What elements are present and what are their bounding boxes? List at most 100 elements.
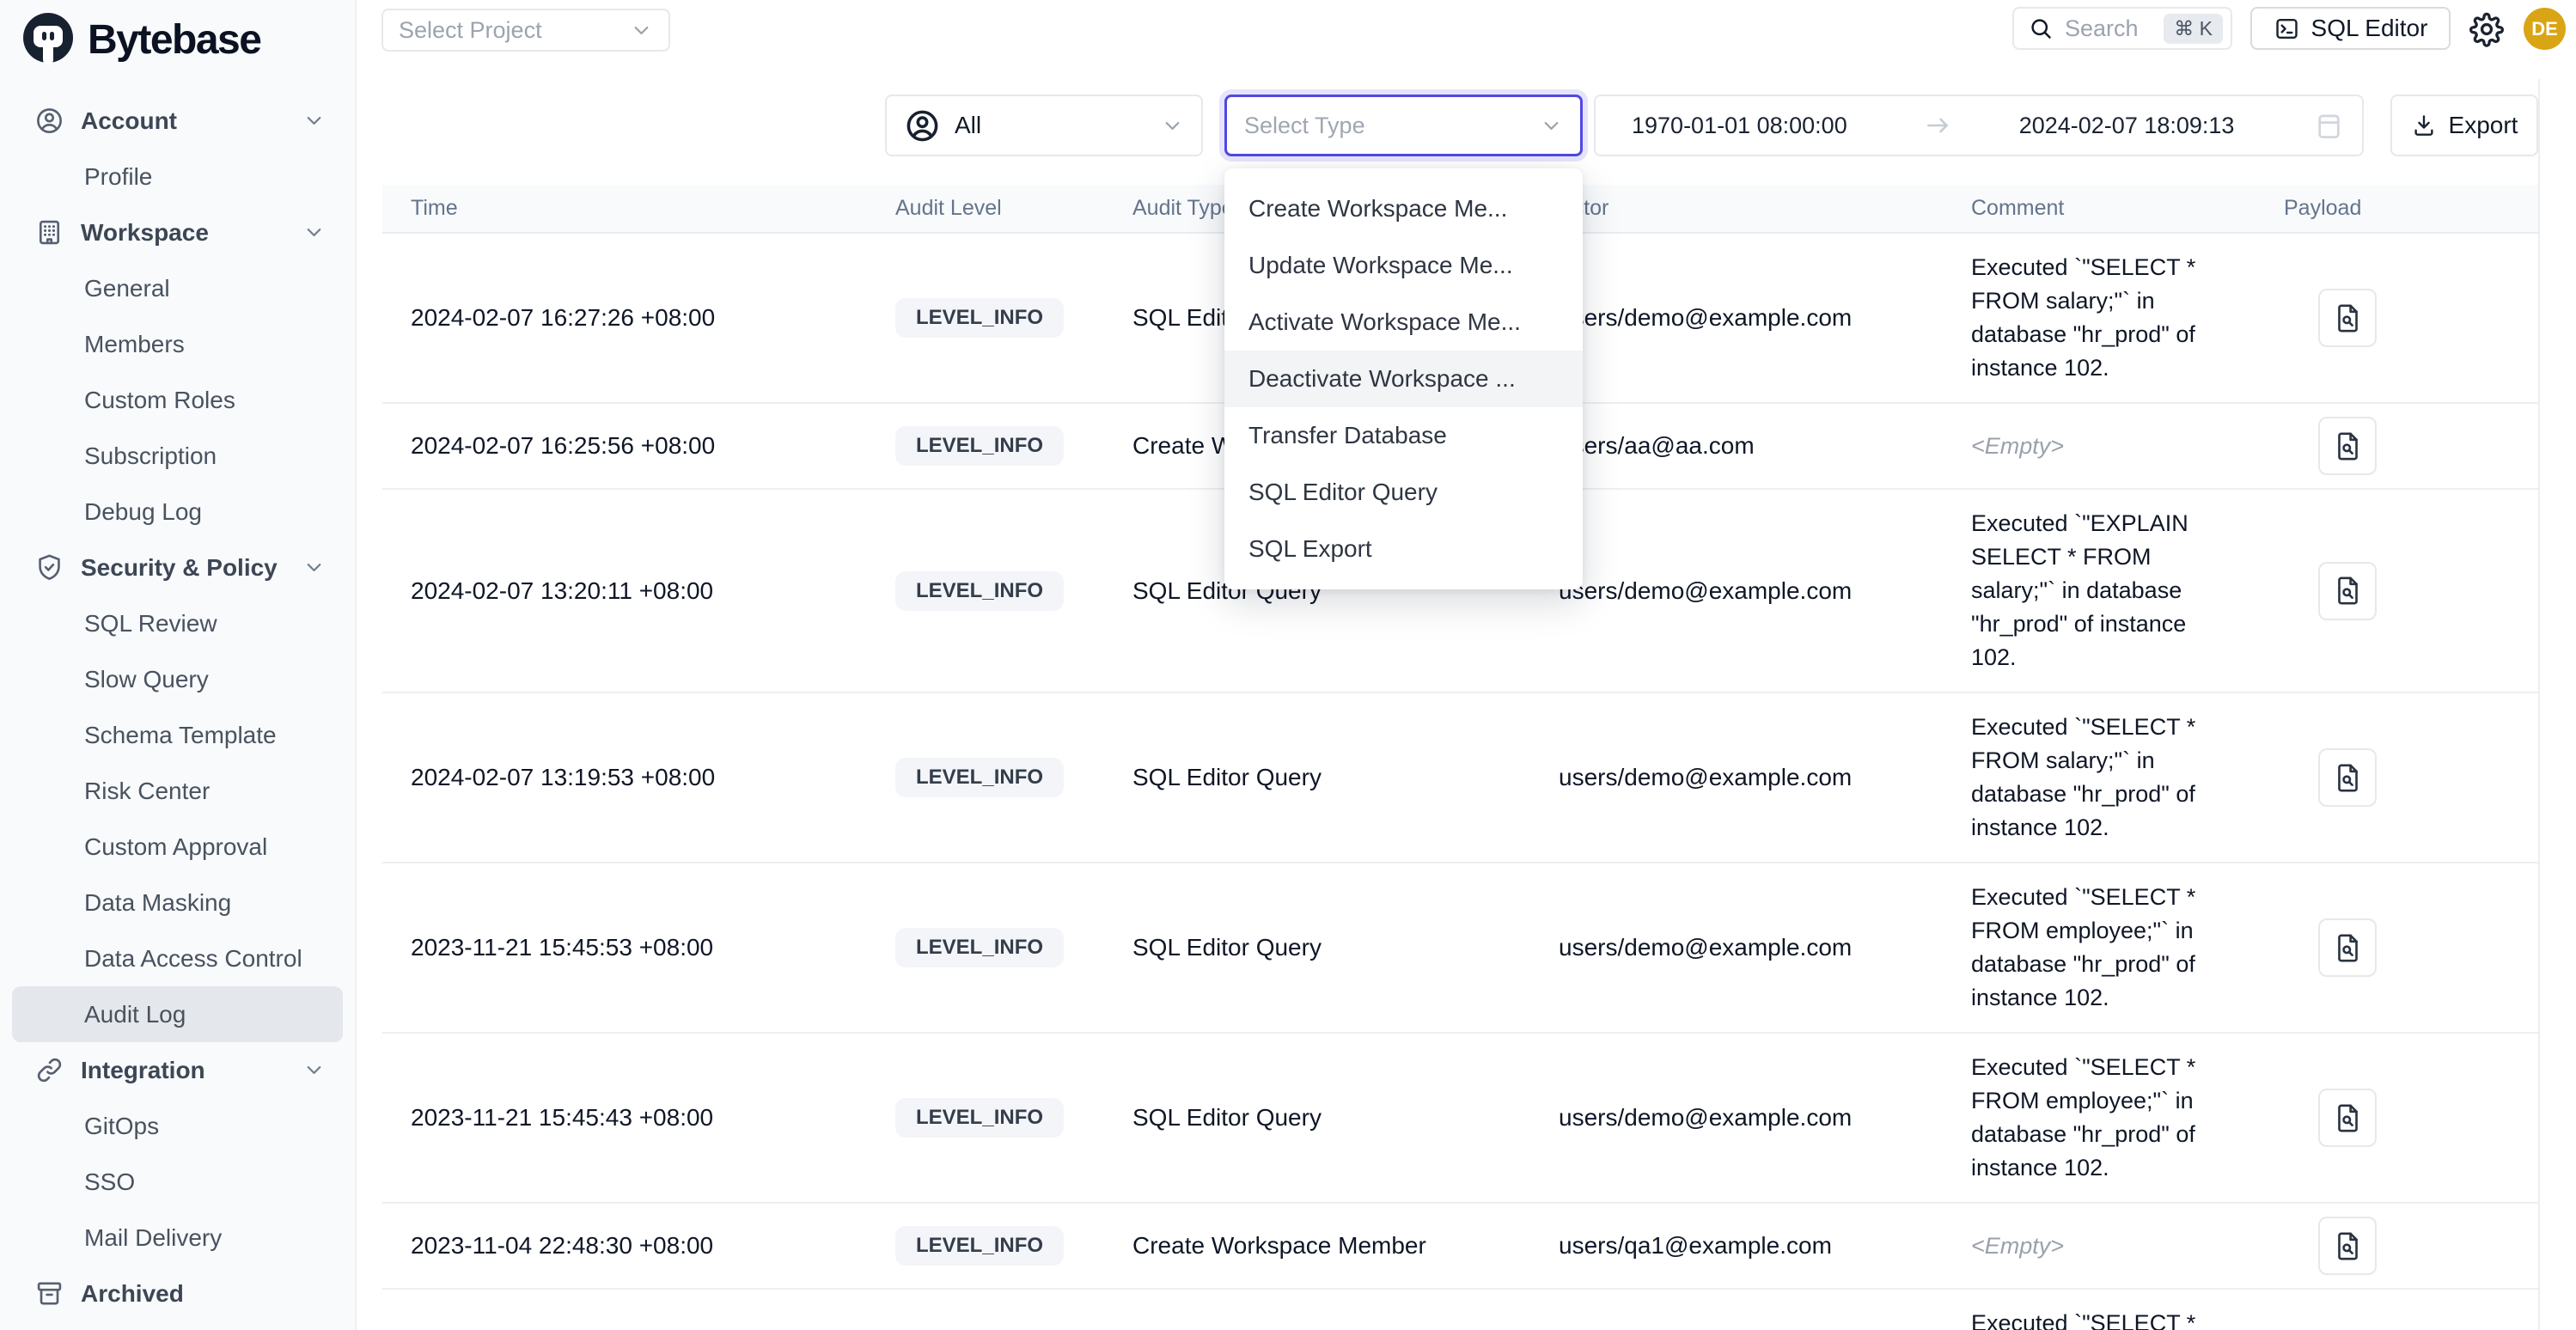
sidebar-item-label: Schema Template bbox=[84, 722, 277, 749]
file-search-icon bbox=[2332, 932, 2364, 964]
type-filter-select[interactable]: Select Type bbox=[1224, 95, 1583, 156]
sidebar-item-label: Archived bbox=[81, 1280, 184, 1308]
sidebar-item-debug-log[interactable]: Debug Log bbox=[12, 484, 343, 540]
sidebar-item-label: Integration bbox=[81, 1057, 205, 1084]
cell-actor: users/aa@aa.com bbox=[1559, 432, 1971, 460]
sql-editor-button[interactable]: SQL Editor bbox=[2250, 7, 2451, 50]
sidebar-item-data-masking[interactable]: Data Masking bbox=[12, 875, 343, 930]
chevron-down-icon bbox=[302, 1059, 326, 1082]
cell-audit-type: SQL Editor Query bbox=[1132, 1104, 1559, 1132]
cell-audit-level: LEVEL_INFO bbox=[895, 571, 1132, 611]
cell-time: 2023-11-21 15:45:53 +08:00 bbox=[382, 934, 895, 961]
cell-payload bbox=[2284, 417, 2539, 475]
file-search-icon bbox=[2332, 1230, 2364, 1262]
file-search-icon bbox=[2332, 575, 2364, 607]
cell-audit-type: Create Workspace Member bbox=[1132, 1232, 1559, 1260]
avatar[interactable]: DE bbox=[2524, 8, 2566, 50]
cell-time: 2024-02-07 16:25:56 +08:00 bbox=[382, 432, 895, 460]
sidebar-item-mail-delivery[interactable]: Mail Delivery bbox=[12, 1210, 343, 1266]
sidebar-item-schema-template[interactable]: Schema Template bbox=[12, 707, 343, 763]
sidebar-item-workspace[interactable]: Workspace bbox=[12, 204, 343, 260]
payload-view-button[interactable] bbox=[2318, 748, 2377, 807]
cell-comment: Executed `"EXPLAIN SELECT * FROM salary;… bbox=[1971, 490, 2255, 692]
sidebar-item-label: Data Access Control bbox=[84, 945, 302, 973]
sidebar-item-archived[interactable]: Archived bbox=[12, 1266, 343, 1321]
sidebar-item-subscription[interactable]: Subscription bbox=[12, 428, 343, 484]
table-row: 2024-02-07 13:19:53 +08:00LEVEL_INFOSQL … bbox=[382, 693, 2539, 863]
cell-payload bbox=[2284, 918, 2539, 977]
payload-view-button[interactable] bbox=[2318, 562, 2377, 620]
type-option-update-workspace-me[interactable]: Update Workspace Me... bbox=[1224, 237, 1583, 294]
search-input[interactable]: Search ⌘ K bbox=[2012, 7, 2232, 50]
level-badge: LEVEL_INFO bbox=[895, 758, 1064, 797]
level-badge: LEVEL_INFO bbox=[895, 298, 1064, 338]
date-to-value[interactable]: 2024-02-07 18:09:13 bbox=[2019, 113, 2235, 139]
type-option-deactivate-workspace[interactable]: Deactivate Workspace ... bbox=[1224, 351, 1583, 407]
sidebar-item-label: Mail Delivery bbox=[84, 1224, 222, 1252]
cell-time: 2024-02-07 13:19:53 +08:00 bbox=[382, 764, 895, 791]
type-option-transfer-database[interactable]: Transfer Database bbox=[1224, 407, 1583, 464]
archive-icon bbox=[34, 1278, 64, 1309]
sidebar-item-risk-center[interactable]: Risk Center bbox=[12, 763, 343, 819]
cell-comment: Executed `"SELECT * FROM employee;"` in … bbox=[1971, 863, 2255, 1032]
sidebar: Bytebase AccountProfileWorkspaceGeneralM… bbox=[0, 0, 357, 1330]
sidebar-item-custom-approval[interactable]: Custom Approval bbox=[12, 819, 343, 875]
file-search-icon bbox=[2332, 430, 2364, 462]
type-option-create-workspace-me[interactable]: Create Workspace Me... bbox=[1224, 180, 1583, 237]
sidebar-item-profile[interactable]: Profile bbox=[12, 149, 343, 204]
link-icon bbox=[34, 1055, 64, 1085]
cell-comment: Executed `"SELECT * FROM salary;"` in da… bbox=[1971, 693, 2255, 862]
sidebar-item-label: Risk Center bbox=[84, 778, 210, 805]
brand-logo[interactable]: Bytebase bbox=[21, 11, 260, 68]
type-option-activate-workspace-me[interactable]: Activate Workspace Me... bbox=[1224, 294, 1583, 351]
table-row: 2023-11-04 22:48:30 +08:00LEVEL_INFO Crea… bbox=[382, 1204, 2539, 1290]
calendar-icon[interactable] bbox=[2313, 110, 2345, 142]
sidebar-item-general[interactable]: General bbox=[12, 260, 343, 316]
sidebar-item-label: Audit Log bbox=[84, 1001, 186, 1028]
date-from-value[interactable]: 1970-01-01 08:00:00 bbox=[1632, 113, 1847, 139]
sidebar-item-custom-roles[interactable]: Custom Roles bbox=[12, 372, 343, 428]
sidebar-item-data-access-control[interactable]: Data Access Control bbox=[12, 930, 343, 986]
cell-payload bbox=[2284, 562, 2539, 620]
export-label: Export bbox=[2449, 112, 2518, 139]
sidebar-item-sql-review[interactable]: SQL Review bbox=[12, 595, 343, 651]
sidebar-item-gitops[interactable]: GitOps bbox=[12, 1098, 343, 1154]
main-content: Select Project Search ⌘ K SQL Editor DE bbox=[357, 0, 2576, 1330]
payload-view-button[interactable] bbox=[2318, 1217, 2377, 1275]
cell-payload bbox=[2284, 1217, 2539, 1275]
sidebar-item-security-policy[interactable]: Security & Policy bbox=[12, 540, 343, 595]
settings-gear-icon[interactable] bbox=[2469, 11, 2505, 47]
cell-audit-level: LEVEL_INFO bbox=[895, 1098, 1132, 1138]
payload-view-button[interactable] bbox=[2318, 417, 2377, 475]
sidebar-item-label: GitOps bbox=[84, 1113, 159, 1140]
project-select[interactable]: Select Project bbox=[382, 9, 670, 52]
actor-filter-select[interactable]: All bbox=[885, 95, 1203, 156]
date-range-picker[interactable]: 1970-01-01 08:00:00 2024-02-07 18:09:13 bbox=[1594, 95, 2364, 156]
terminal-icon bbox=[2274, 15, 2300, 42]
user-circle-icon bbox=[34, 106, 64, 136]
audit-log-page: Bytebase AccountProfileWorkspaceGeneralM… bbox=[0, 0, 2576, 1330]
payload-view-button[interactable] bbox=[2318, 1089, 2377, 1147]
cell-payload bbox=[2284, 1089, 2539, 1147]
sidebar-item-sso[interactable]: SSO bbox=[12, 1154, 343, 1210]
cell-time: 2023-11-04 22:48:30 +08:00 bbox=[382, 1232, 895, 1260]
payload-view-button[interactable] bbox=[2318, 918, 2377, 977]
level-badge: LEVEL_INFO bbox=[895, 571, 1064, 611]
cell-actor: users/demo@example.com bbox=[1559, 764, 1971, 791]
level-badge: LEVEL_INFO bbox=[895, 1226, 1064, 1266]
sidebar-item-label: Custom Approval bbox=[84, 833, 267, 861]
type-option-sql-editor-query[interactable]: SQL Editor Query bbox=[1224, 464, 1583, 521]
sidebar-item-audit-log[interactable]: Audit Log bbox=[12, 986, 343, 1042]
sidebar-item-account[interactable]: Account bbox=[12, 93, 343, 149]
user-circle-icon bbox=[904, 107, 941, 144]
payload-view-button[interactable] bbox=[2318, 289, 2377, 347]
sidebar-item-slow-query[interactable]: Slow Query bbox=[12, 651, 343, 707]
type-option-sql-export[interactable]: SQL Export bbox=[1224, 521, 1583, 577]
level-badge: LEVEL_INFO bbox=[895, 1098, 1064, 1138]
export-button[interactable]: Export bbox=[2390, 95, 2538, 156]
cell-comment: Executed `"SELECT * FROM department;"` i… bbox=[1971, 1290, 2255, 1330]
sidebar-item-members[interactable]: Members bbox=[12, 316, 343, 372]
cell-audit-level: LEVEL_INFO bbox=[895, 928, 1132, 967]
sidebar-item-label: Security & Policy bbox=[81, 554, 278, 582]
sidebar-item-integration[interactable]: Integration bbox=[12, 1042, 343, 1098]
